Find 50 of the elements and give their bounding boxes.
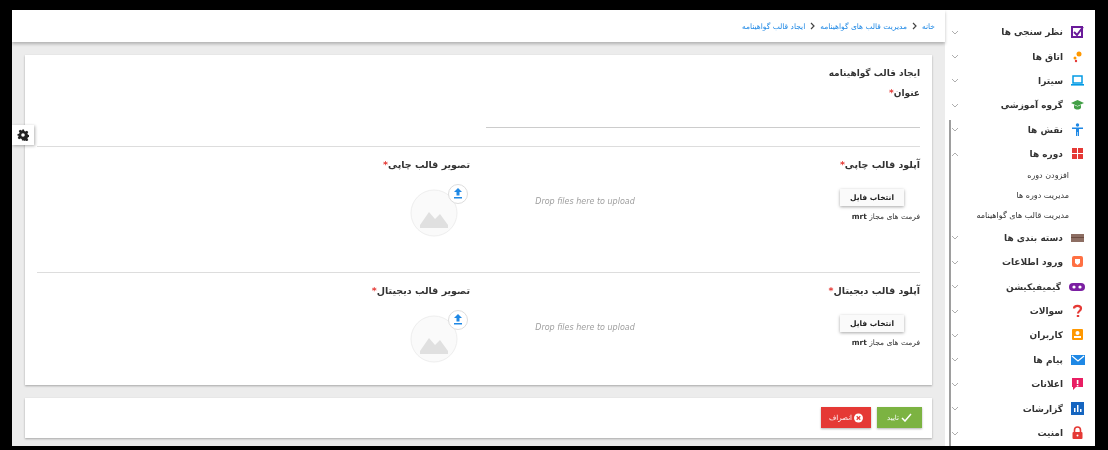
envelope-icon [1071,352,1085,367]
upload-title: آپلود قالب چاپی [844,159,920,170]
drop-zone-hint: Drop files here to upload [534,323,636,334]
upload-icon[interactable] [448,310,468,330]
sidebar-item[interactable]: نظر سنجی ها [951,20,1095,45]
checkbox-icon [1071,25,1085,40]
required-mark: * [371,285,377,296]
lock-icon [1071,426,1085,441]
required-mark: * [889,88,894,98]
drop-zone-hint: Drop files here to upload [534,197,636,208]
sidebar-item[interactable]: اتاق ها [951,44,1095,69]
required-mark: * [828,285,834,296]
sidebar-item[interactable]: گیمیفیکیشن [951,274,1095,299]
upload-title: آپلود قالب دیجیتال [833,285,920,296]
sidebar-item[interactable]: نقش ها [951,117,1095,142]
image-placeholder-icon [410,189,458,237]
sidebar-item[interactable]: ورود اطلاعات [951,250,1095,275]
sidebar-item[interactable]: امنیت [951,420,1095,446]
settings-icon[interactable] [17,129,29,141]
gift-icon [1071,147,1085,162]
alert-icon [1071,377,1085,392]
submenu-item[interactable]: افزودن دوره [1027,166,1095,187]
image-title: تصویر قالب دیجیتال [376,285,470,296]
submenu-item[interactable]: مدیریت دوره ها [1016,186,1095,206]
user-card-icon [1071,328,1085,343]
login-icon [1071,255,1085,270]
sidebar-item[interactable]: سیترا [951,68,1095,94]
image-title: تصویر قالب چاپی [388,159,470,170]
close-icon [854,412,863,423]
sidebar-item[interactable]: اعلانات [951,372,1095,397]
sidebar-item[interactable]: دوره ها [951,141,1095,167]
required-mark: * [383,159,388,170]
upload-icon[interactable] [448,184,468,204]
person-icon [1071,122,1085,137]
bar-chart-icon [1071,401,1085,416]
sidebar-item[interactable]: گروه آموزشی [951,93,1095,118]
image-placeholder-icon [410,315,458,363]
required-mark: * [839,159,845,170]
question-mark-icon [1071,304,1085,319]
sidebar-item[interactable]: سوالات [951,298,1095,324]
check-icon [900,413,912,422]
sidebar-item[interactable]: گزارشات [951,396,1095,421]
sidebar-item[interactable]: پیام ها [951,347,1095,373]
sidebar-item[interactable]: دسته بندی ها [951,225,1095,251]
laptop-icon [1071,73,1085,88]
form-title: ایجاد قالب گواهینامه [827,68,920,78]
graduation-cap-icon [1071,98,1085,113]
submenu-item[interactable]: مدیریت قالب های گواهینامه [976,205,1095,226]
field-label: عنوان [893,88,920,98]
sidebar-item[interactable]: کاربران [951,323,1095,348]
